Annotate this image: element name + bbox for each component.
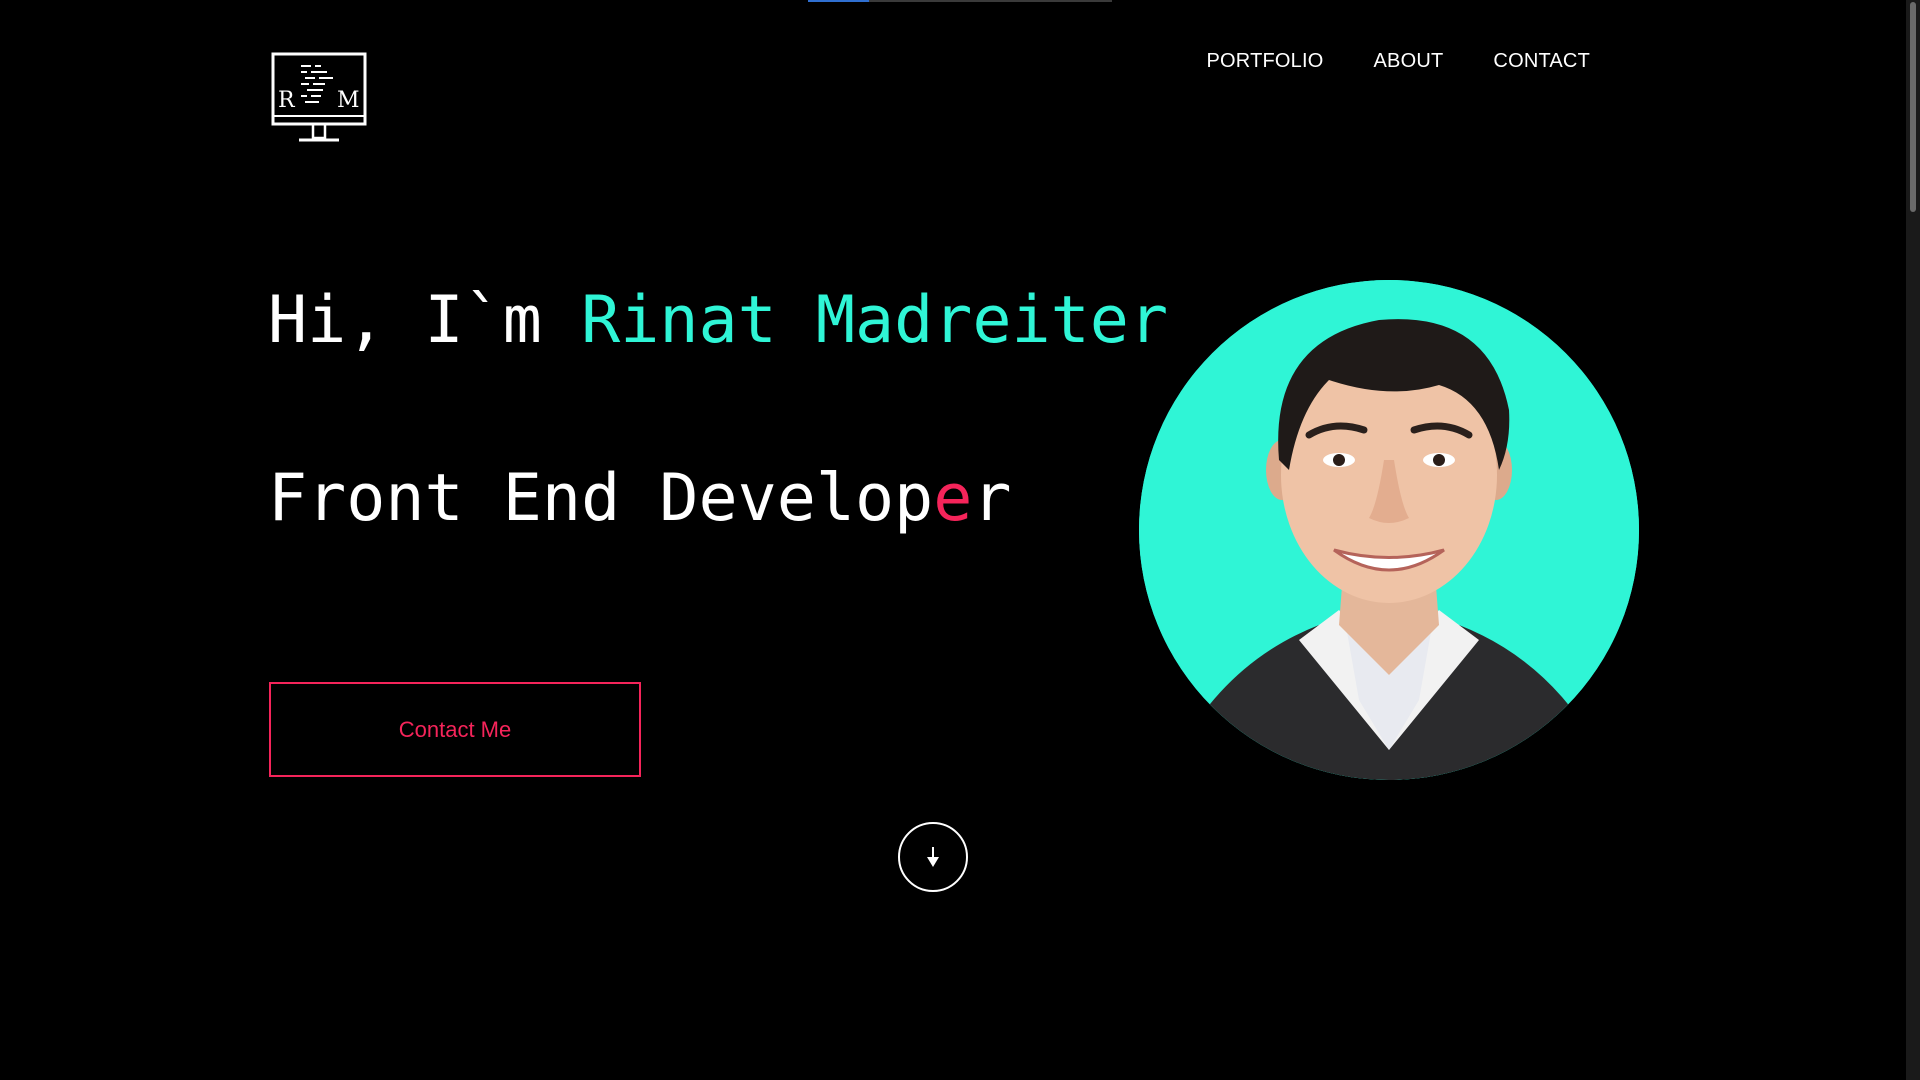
scrollbar-thumb[interactable] [1910,2,1916,212]
contact-me-button[interactable]: Contact Me [269,682,641,777]
nav-link-about[interactable]: ABOUT [1374,50,1444,73]
profile-photo [1139,280,1639,780]
main-nav: PORTFOLIO ABOUT CONTACT [1207,50,1591,73]
page-load-progress-fill [808,0,869,2]
profile-portrait-illustration [1139,280,1639,780]
nav-link-portfolio[interactable]: PORTFOLIO [1207,50,1324,73]
logo-letter-r: R [278,88,295,113]
portfolio-page: R M PORTFOLIO ABOUT CONTACT Hi, I`m Rina… [0,0,1920,1080]
arrow-down-icon [927,847,939,867]
typing-cursor-char: e [933,461,973,536]
hero-greeting: Hi, I`m Rinat Madreiter [268,288,1168,353]
logo-letter-m: M [337,88,360,113]
hero-role-prefix: Front End Develop [268,461,934,536]
hero-greeting-prefix: Hi, I`m [268,283,582,358]
scroll-down-button[interactable] [898,822,968,892]
page-load-progress [808,0,1112,2]
site-logo[interactable]: R M [271,52,367,148]
page-scrollbar[interactable] [1906,0,1920,1080]
nav-link-contact[interactable]: CONTACT [1493,50,1590,73]
hero-role-suffix: r [972,461,1012,536]
hero-role: Front End Developer [268,466,1012,531]
hero-name: Rinat Madreiter [581,283,1169,358]
